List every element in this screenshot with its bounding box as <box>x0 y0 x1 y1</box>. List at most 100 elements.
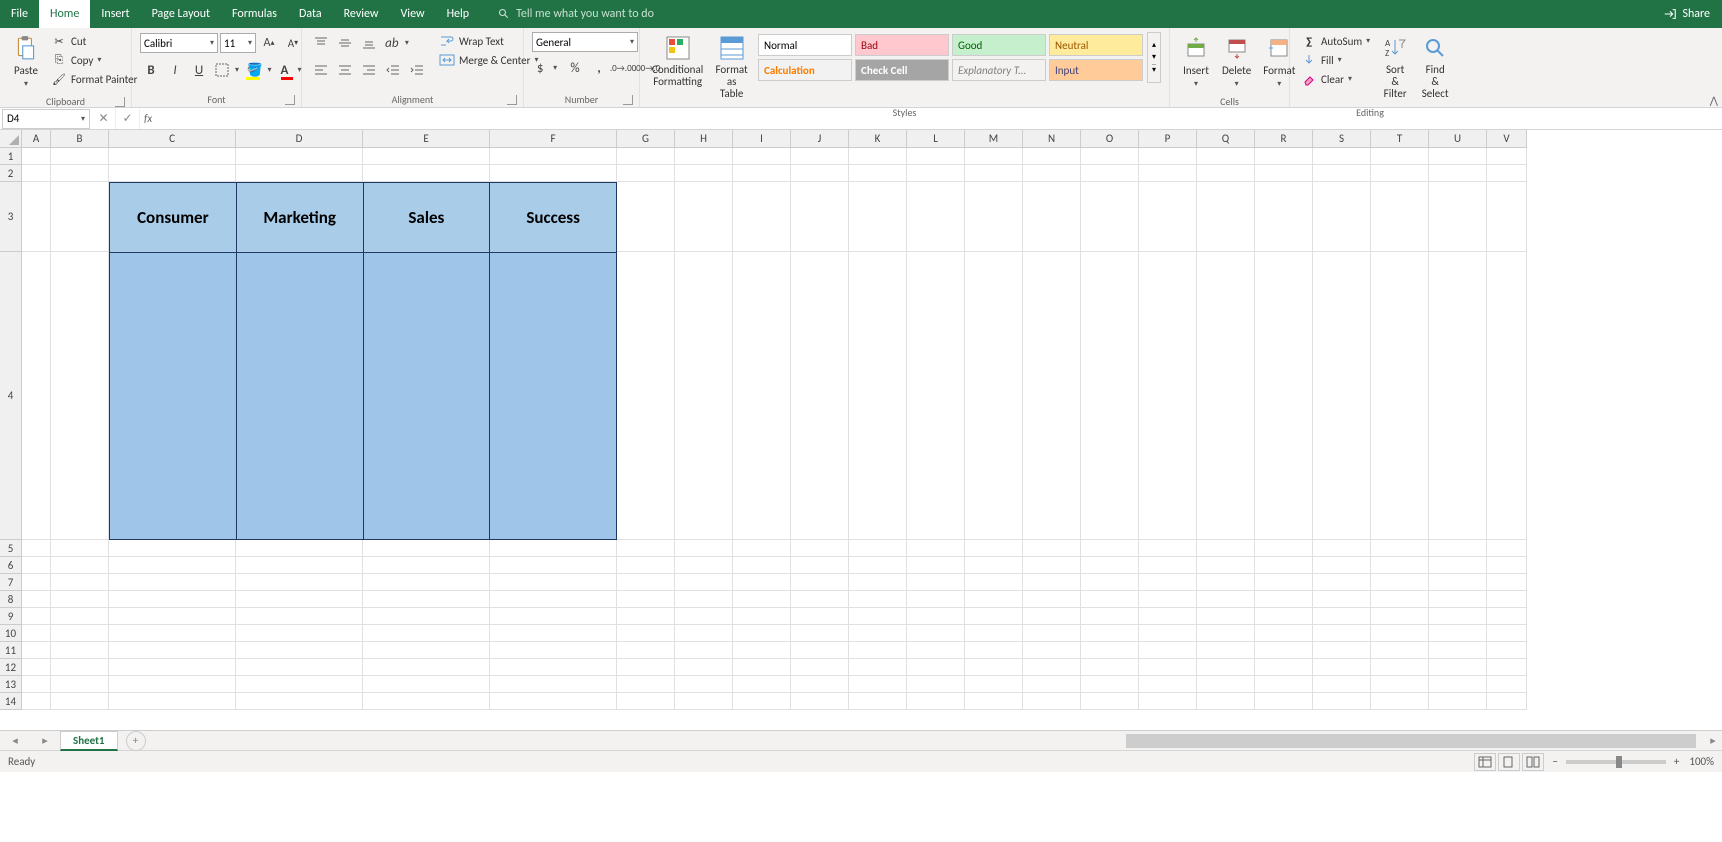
cell[interactable] <box>965 574 1023 591</box>
number-format-select[interactable]: General▾ <box>532 32 638 52</box>
row-header[interactable]: 11 <box>0 642 22 659</box>
cell[interactable] <box>363 591 490 608</box>
cell[interactable] <box>907 165 965 182</box>
cell[interactable] <box>617 540 675 557</box>
column-header[interactable]: T <box>1371 130 1429 148</box>
fx-icon[interactable]: fx <box>140 112 156 125</box>
row-header[interactable]: 9 <box>0 608 22 625</box>
delete-cells-button[interactable]: Delete▾ <box>1218 32 1255 91</box>
cell[interactable] <box>51 642 109 659</box>
autosum-button[interactable]: ∑AutoSum▾ <box>1298 32 1373 50</box>
cell[interactable] <box>1371 574 1429 591</box>
cell[interactable] <box>363 693 490 710</box>
font-size-select[interactable]: 11▾ <box>220 33 256 53</box>
share-button[interactable]: Share <box>1651 7 1722 21</box>
cell[interactable] <box>51 165 109 182</box>
cell[interactable] <box>1139 676 1197 693</box>
cell[interactable] <box>1023 642 1081 659</box>
styles-more-button[interactable]: ▴▾▾ <box>1147 32 1161 83</box>
cell[interactable] <box>617 608 675 625</box>
cell[interactable] <box>1023 148 1081 165</box>
cell-styles-gallery[interactable]: Normal Bad Good Neutral Calculation Chec… <box>756 32 1145 83</box>
copy-button[interactable]: ⎘Copy▾ <box>48 51 140 69</box>
cell[interactable] <box>791 625 849 642</box>
cell[interactable] <box>1023 557 1081 574</box>
cell[interactable] <box>733 252 791 540</box>
cell[interactable] <box>22 608 51 625</box>
page-layout-view-button[interactable] <box>1498 753 1520 771</box>
conditional-formatting-button[interactable]: Conditional Formatting <box>648 32 707 90</box>
style-check-cell[interactable]: Check Cell <box>855 59 949 81</box>
cell[interactable] <box>1313 625 1371 642</box>
table-header-cell[interactable]: Consumer <box>110 183 236 253</box>
cell[interactable] <box>1429 591 1487 608</box>
cell[interactable] <box>849 182 907 252</box>
page-break-view-button[interactable] <box>1522 753 1544 771</box>
column-header[interactable]: P <box>1139 130 1197 148</box>
cell[interactable] <box>675 182 733 252</box>
cell[interactable] <box>1429 693 1487 710</box>
style-normal[interactable]: Normal <box>758 34 852 56</box>
cell[interactable] <box>733 625 791 642</box>
tab-formulas[interactable]: Formulas <box>221 0 288 28</box>
cell[interactable] <box>1081 642 1139 659</box>
cell[interactable] <box>907 642 965 659</box>
cell[interactable] <box>907 252 965 540</box>
cell[interactable] <box>733 642 791 659</box>
cell[interactable] <box>109 148 236 165</box>
cell[interactable] <box>1081 625 1139 642</box>
cell[interactable] <box>791 659 849 676</box>
cell[interactable] <box>1429 557 1487 574</box>
cell[interactable] <box>791 540 849 557</box>
cell[interactable] <box>791 182 849 252</box>
cell[interactable] <box>907 557 965 574</box>
cell[interactable] <box>791 165 849 182</box>
cell[interactable] <box>907 693 965 710</box>
cell[interactable] <box>490 165 617 182</box>
cell[interactable] <box>22 642 51 659</box>
cell[interactable] <box>1197 642 1255 659</box>
cell[interactable] <box>675 148 733 165</box>
cell[interactable] <box>490 625 617 642</box>
cell[interactable] <box>1255 252 1313 540</box>
cell[interactable] <box>1313 642 1371 659</box>
cell[interactable] <box>965 608 1023 625</box>
cell[interactable] <box>1081 659 1139 676</box>
cell[interactable] <box>675 165 733 182</box>
cell[interactable] <box>236 574 363 591</box>
cell[interactable] <box>1197 574 1255 591</box>
cell[interactable] <box>1313 676 1371 693</box>
cell[interactable] <box>965 625 1023 642</box>
cell[interactable] <box>1255 165 1313 182</box>
cell[interactable] <box>1139 540 1197 557</box>
cell[interactable] <box>1023 574 1081 591</box>
cell[interactable] <box>1429 182 1487 252</box>
format-painter-button[interactable]: 🖌Format Painter <box>48 70 140 88</box>
cell[interactable] <box>1139 148 1197 165</box>
cell[interactable] <box>791 608 849 625</box>
cell[interactable] <box>236 625 363 642</box>
cell[interactable] <box>907 659 965 676</box>
cell[interactable] <box>1197 165 1255 182</box>
dialog-launcher-icon[interactable] <box>115 97 125 107</box>
cell[interactable] <box>1487 676 1527 693</box>
column-header[interactable]: G <box>617 130 675 148</box>
grow-font-button[interactable]: A▴ <box>258 32 280 54</box>
cell[interactable] <box>22 659 51 676</box>
cell[interactable] <box>1255 642 1313 659</box>
cell[interactable] <box>1313 608 1371 625</box>
cell[interactable] <box>236 642 363 659</box>
increase-indent-button[interactable] <box>406 59 428 81</box>
style-calculation[interactable]: Calculation <box>758 59 852 81</box>
cell[interactable] <box>849 625 907 642</box>
column-header[interactable]: O <box>1081 130 1139 148</box>
cell[interactable] <box>51 574 109 591</box>
column-header[interactable]: B <box>51 130 109 148</box>
cell[interactable] <box>1023 165 1081 182</box>
cell[interactable] <box>907 591 965 608</box>
cell[interactable] <box>51 252 109 540</box>
cell[interactable] <box>1197 693 1255 710</box>
fill-button[interactable]: Fill▾ <box>1298 51 1373 69</box>
tell-me-search[interactable]: Tell me what you want to do <box>498 7 654 21</box>
cell[interactable] <box>791 642 849 659</box>
